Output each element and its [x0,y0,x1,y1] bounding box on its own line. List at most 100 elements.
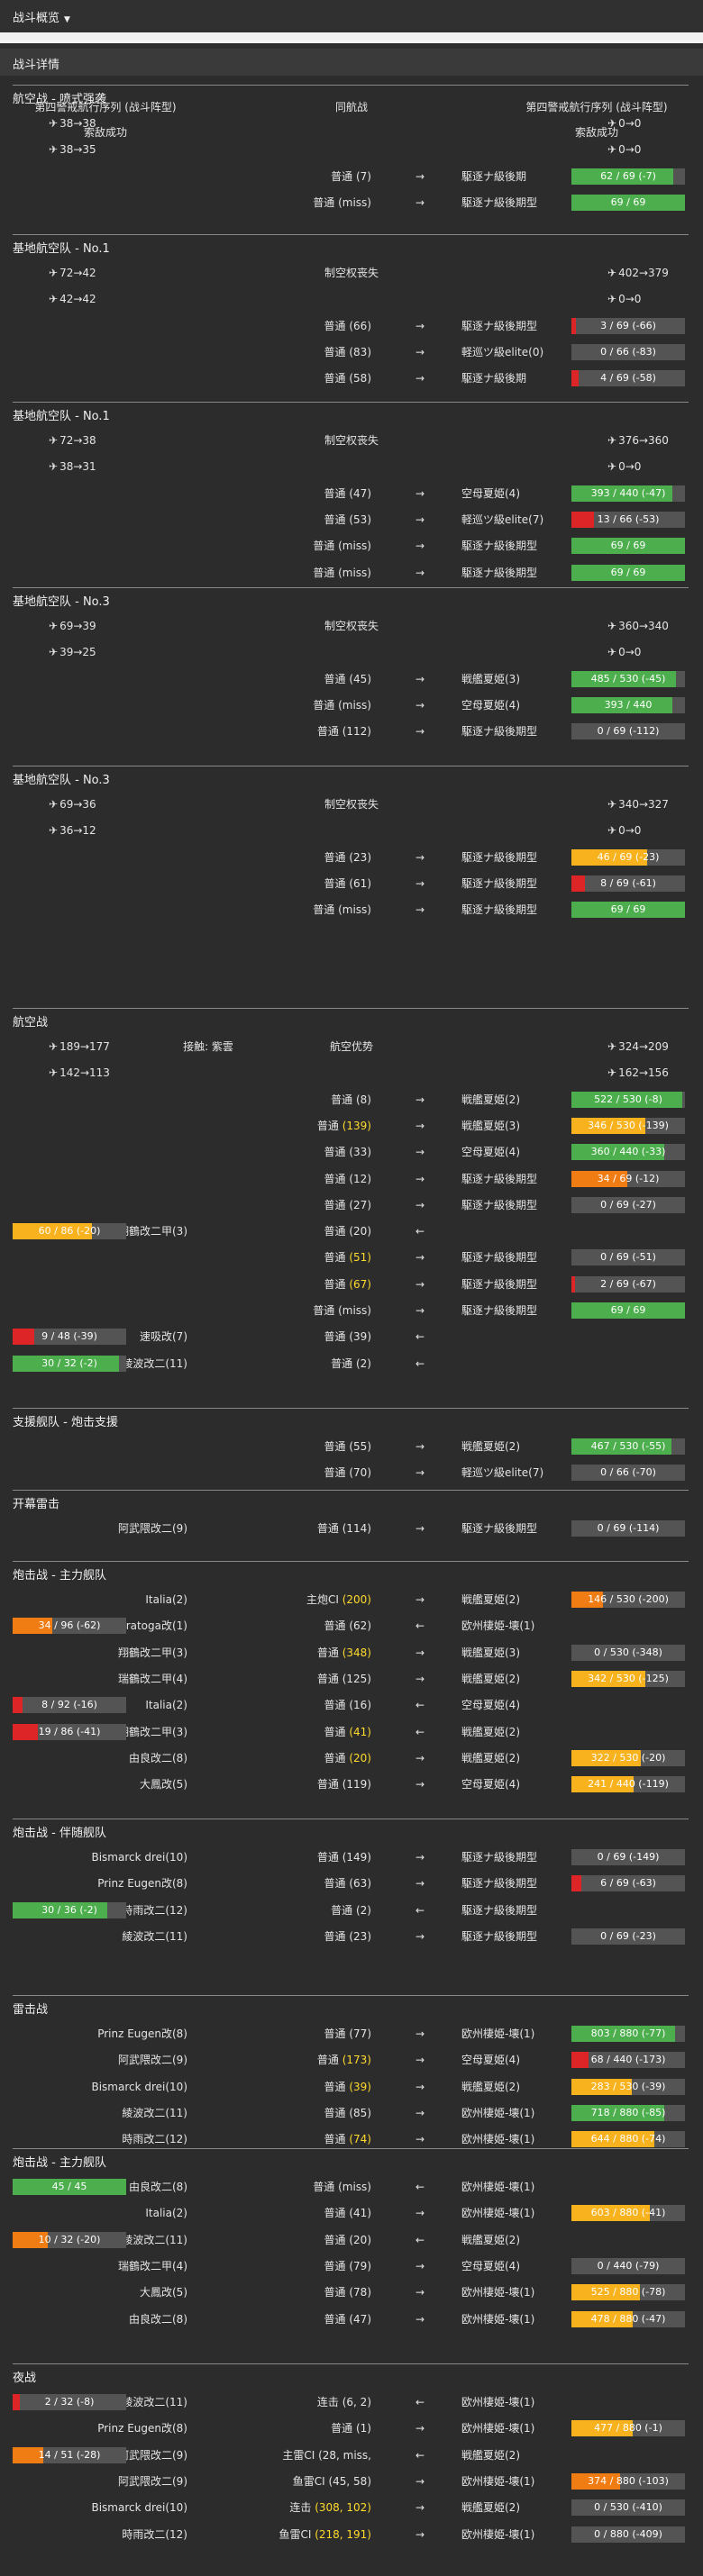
attack-info: 普通 (16) [324,1697,371,1713]
attack-type: 普通 (39) [324,1330,371,1344]
attack-info: 普通 (63) [324,1875,371,1891]
hp-label: 10 / 32 (-20) [38,2233,101,2245]
attack-info: 普通 (39) [324,1329,371,1345]
enemy-hp-bar: 0 / 440 (-79) [571,2257,685,2274]
damage-highlight: (51) [349,1251,371,1265]
attack-info: 普通 (62) [324,1618,371,1634]
plane-icon: ✈ [607,824,617,838]
arrow-right-icon: → [415,2286,425,2299]
arrow-left-icon: ← [415,2233,425,2246]
left-air-count: ✈ 142→113 [49,1065,110,1081]
enemy-hp-bar: 478 / 880 (-47) [571,2310,685,2327]
enemy-hp-bar: 6 / 69 (-63) [571,1875,685,1892]
attack-type: 普通 (85) [324,2106,371,2119]
target-ship: 駆逐ナ級後期型 [461,1172,538,1185]
hp-label: 0 / 66 (-70) [600,1466,656,1479]
attacker-ship: 瑞鶴改二甲(4) [118,2259,187,2272]
attack-type: 普通 (55) [324,1440,371,1453]
hp-label: 0 / 880 (-409) [594,2527,662,2540]
attack-type: 连击 [289,2501,315,2515]
arrow-right-icon: → [415,2027,425,2040]
attack-info: 普通 (41) [324,1724,371,1740]
attack-info: 普通 (45) [324,671,371,687]
arrow-right-icon: → [415,1304,425,1317]
arrow-right-icon: → [415,372,425,385]
target-ship: 駆逐ナ級後期型 [461,725,538,739]
attack-info: 普通 (miss) [313,195,371,211]
attack-info: 普通 (125) [317,1671,371,1687]
arrow-right-icon: → [415,2312,425,2326]
contact-label: 接触: 紫雲 [183,1040,233,1053]
damage-highlight: (348) [342,1646,371,1659]
arrow-right-icon: → [415,672,425,685]
right-air-count: ✈ 0→0 [607,115,641,132]
target-ship: 欧州棲姫-壊(1) [461,2181,535,2193]
attack-type: 普通 [316,2054,342,2067]
plane-icon: ✈ [607,434,617,447]
enemy-hp-bar: 0 / 69 (-114) [571,1520,685,1537]
arrow-right-icon: → [415,1440,425,1453]
plane-icon: ✈ [607,117,617,130]
overview-title[interactable]: 战斗概览 [13,12,59,25]
enemy-hp-bar: 68 / 440 (-173) [571,2052,685,2069]
attack-info: 普通 (miss) [313,902,371,918]
plane-count: 72→38 [59,434,96,447]
attack-info: 普通 (20) [324,2232,371,2248]
hp-label: 6 / 69 (-63) [600,1877,656,1890]
enemy-hp-bar: 0 / 69 (-27) [571,1196,685,1213]
caret-down-icon[interactable]: ▼ [64,15,70,24]
attack-info: 普通 (2) [331,1356,371,1372]
attack-info: 普通 (23) [324,1928,371,1945]
stage-title: 基地航空队 - No.1 [13,410,110,423]
enemy-hp-bar: 485 / 530 (-45) [571,670,685,687]
enemy-hp-bar: 69 / 69 [571,564,685,581]
hp-label: 803 / 880 (-77) [590,2027,666,2039]
hp-label: 485 / 530 (-45) [590,672,666,685]
overview-toggle[interactable]: 战斗概览 ▼ [0,0,703,32]
target-ship: 欧州棲姫-壊(1) [461,2312,535,2326]
arrow-left-icon: ← [415,1619,425,1633]
target-ship: 空母夏姫(4) [461,2259,520,2272]
arrow-right-icon: → [415,345,425,358]
hp-label: 342 / 530 (-125) [588,1672,669,1684]
hp-label: 45 / 45 [51,2181,87,2192]
target-ship: 戦艦夏姫(2) [461,2080,520,2093]
target-ship: 駆逐ナ級後期型 [461,876,538,890]
plane-count: 42→42 [59,293,96,306]
arrow-right-icon: → [415,2080,425,2093]
attacker-ship: 由良改二(8) [129,2312,187,2326]
attacker-ship: 大鳳改(5) [140,2286,187,2299]
stage-title: 航空战 [13,1016,49,1029]
hp-label: 34 / 96 (-62) [38,1619,101,1632]
attack-type: 普通 (23) [324,850,371,864]
enemy-hp-bar: 360 / 440 (-33) [571,1144,685,1161]
arrow-right-icon: → [415,1877,425,1891]
hp-label: 0 / 530 (-410) [594,2501,662,2514]
enemy-hp-bar: 322 / 530 (-20) [571,1749,685,1766]
stage-title: 基地航空队 - No.3 [13,774,110,787]
arrow-right-icon: → [415,1466,425,1480]
damage-highlight: (41) [349,1725,371,1738]
enemy-hp-bar: 34 / 69 (-12) [571,1170,685,1187]
attack-info: 普通 (173) [317,2052,371,2068]
section-separator [13,587,689,588]
enemy-hp-bar: 62 / 69 (-7) [571,168,685,185]
arrow-right-icon: → [415,1778,425,1791]
target-ship: 欧州棲姫-壊(1) [461,1619,535,1633]
plane-icon: ✈ [607,1040,617,1053]
arrow-left-icon: ← [415,2448,425,2462]
arrow-right-icon: → [415,1593,425,1606]
section-separator [13,85,689,86]
target-ship: 駆逐ナ級後期 [461,169,527,183]
attack-info: 普通 (20) [324,1223,371,1239]
attacker-ship: Bismarck drei(10) [91,2080,187,2093]
attacker-ship: 瑞鶴改二甲(4) [118,1672,187,1685]
section-separator [13,1561,689,1562]
hp-label: 60 / 86 (-20) [38,1225,101,1238]
plane-count: 402→379 [618,267,669,279]
section-separator [13,1995,689,1996]
attack-info: 普通 (8) [331,1092,371,1108]
plane-icon: ✈ [607,460,617,474]
air-state: 航空优势 [329,1040,374,1053]
arrow-right-icon: → [415,1146,425,1159]
